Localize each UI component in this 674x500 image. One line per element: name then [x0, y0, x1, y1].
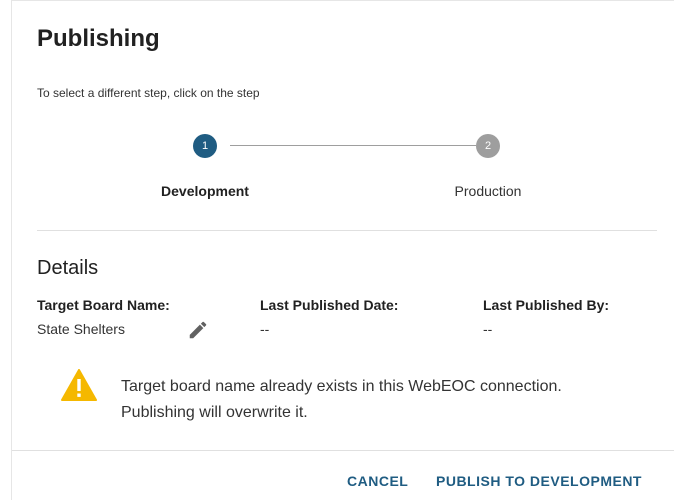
details-title: Details	[37, 257, 99, 279]
cancel-button[interactable]: CANCEL	[347, 473, 408, 489]
warning-triangle-icon	[61, 369, 97, 401]
warning-line-1: Target board name already exists in this…	[121, 378, 562, 395]
last-published-by-value: --	[483, 321, 493, 337]
stepper-hint: To select a different step, click on the…	[37, 86, 260, 100]
warning-line-2: Publishing will overwrite it.	[121, 404, 308, 421]
publishing-dialog: Publishing To select a different step, c…	[11, 0, 674, 500]
step-2-circle[interactable]: 2	[476, 134, 500, 158]
last-published-date-value: --	[260, 321, 270, 337]
stepper-connector	[230, 145, 476, 146]
last-published-date-header: Last Published Date:	[260, 297, 399, 313]
dialog-title: Publishing	[37, 25, 160, 52]
warning-message: Target board name already exists in this…	[121, 374, 661, 426]
step-development-label[interactable]: Development	[125, 183, 285, 199]
target-board-name-header: Target Board Name:	[37, 297, 170, 313]
section-divider	[37, 230, 657, 231]
step-1-circle[interactable]: 1	[193, 134, 217, 158]
step-production-label[interactable]: Production	[408, 183, 568, 199]
footer-divider	[12, 450, 674, 451]
last-published-by-header: Last Published By:	[483, 297, 610, 313]
edit-pencil-icon[interactable]	[187, 319, 209, 341]
target-board-name-value: State Shelters	[37, 321, 125, 337]
publish-to-development-button[interactable]: PUBLISH TO DEVELOPMENT	[436, 473, 642, 489]
